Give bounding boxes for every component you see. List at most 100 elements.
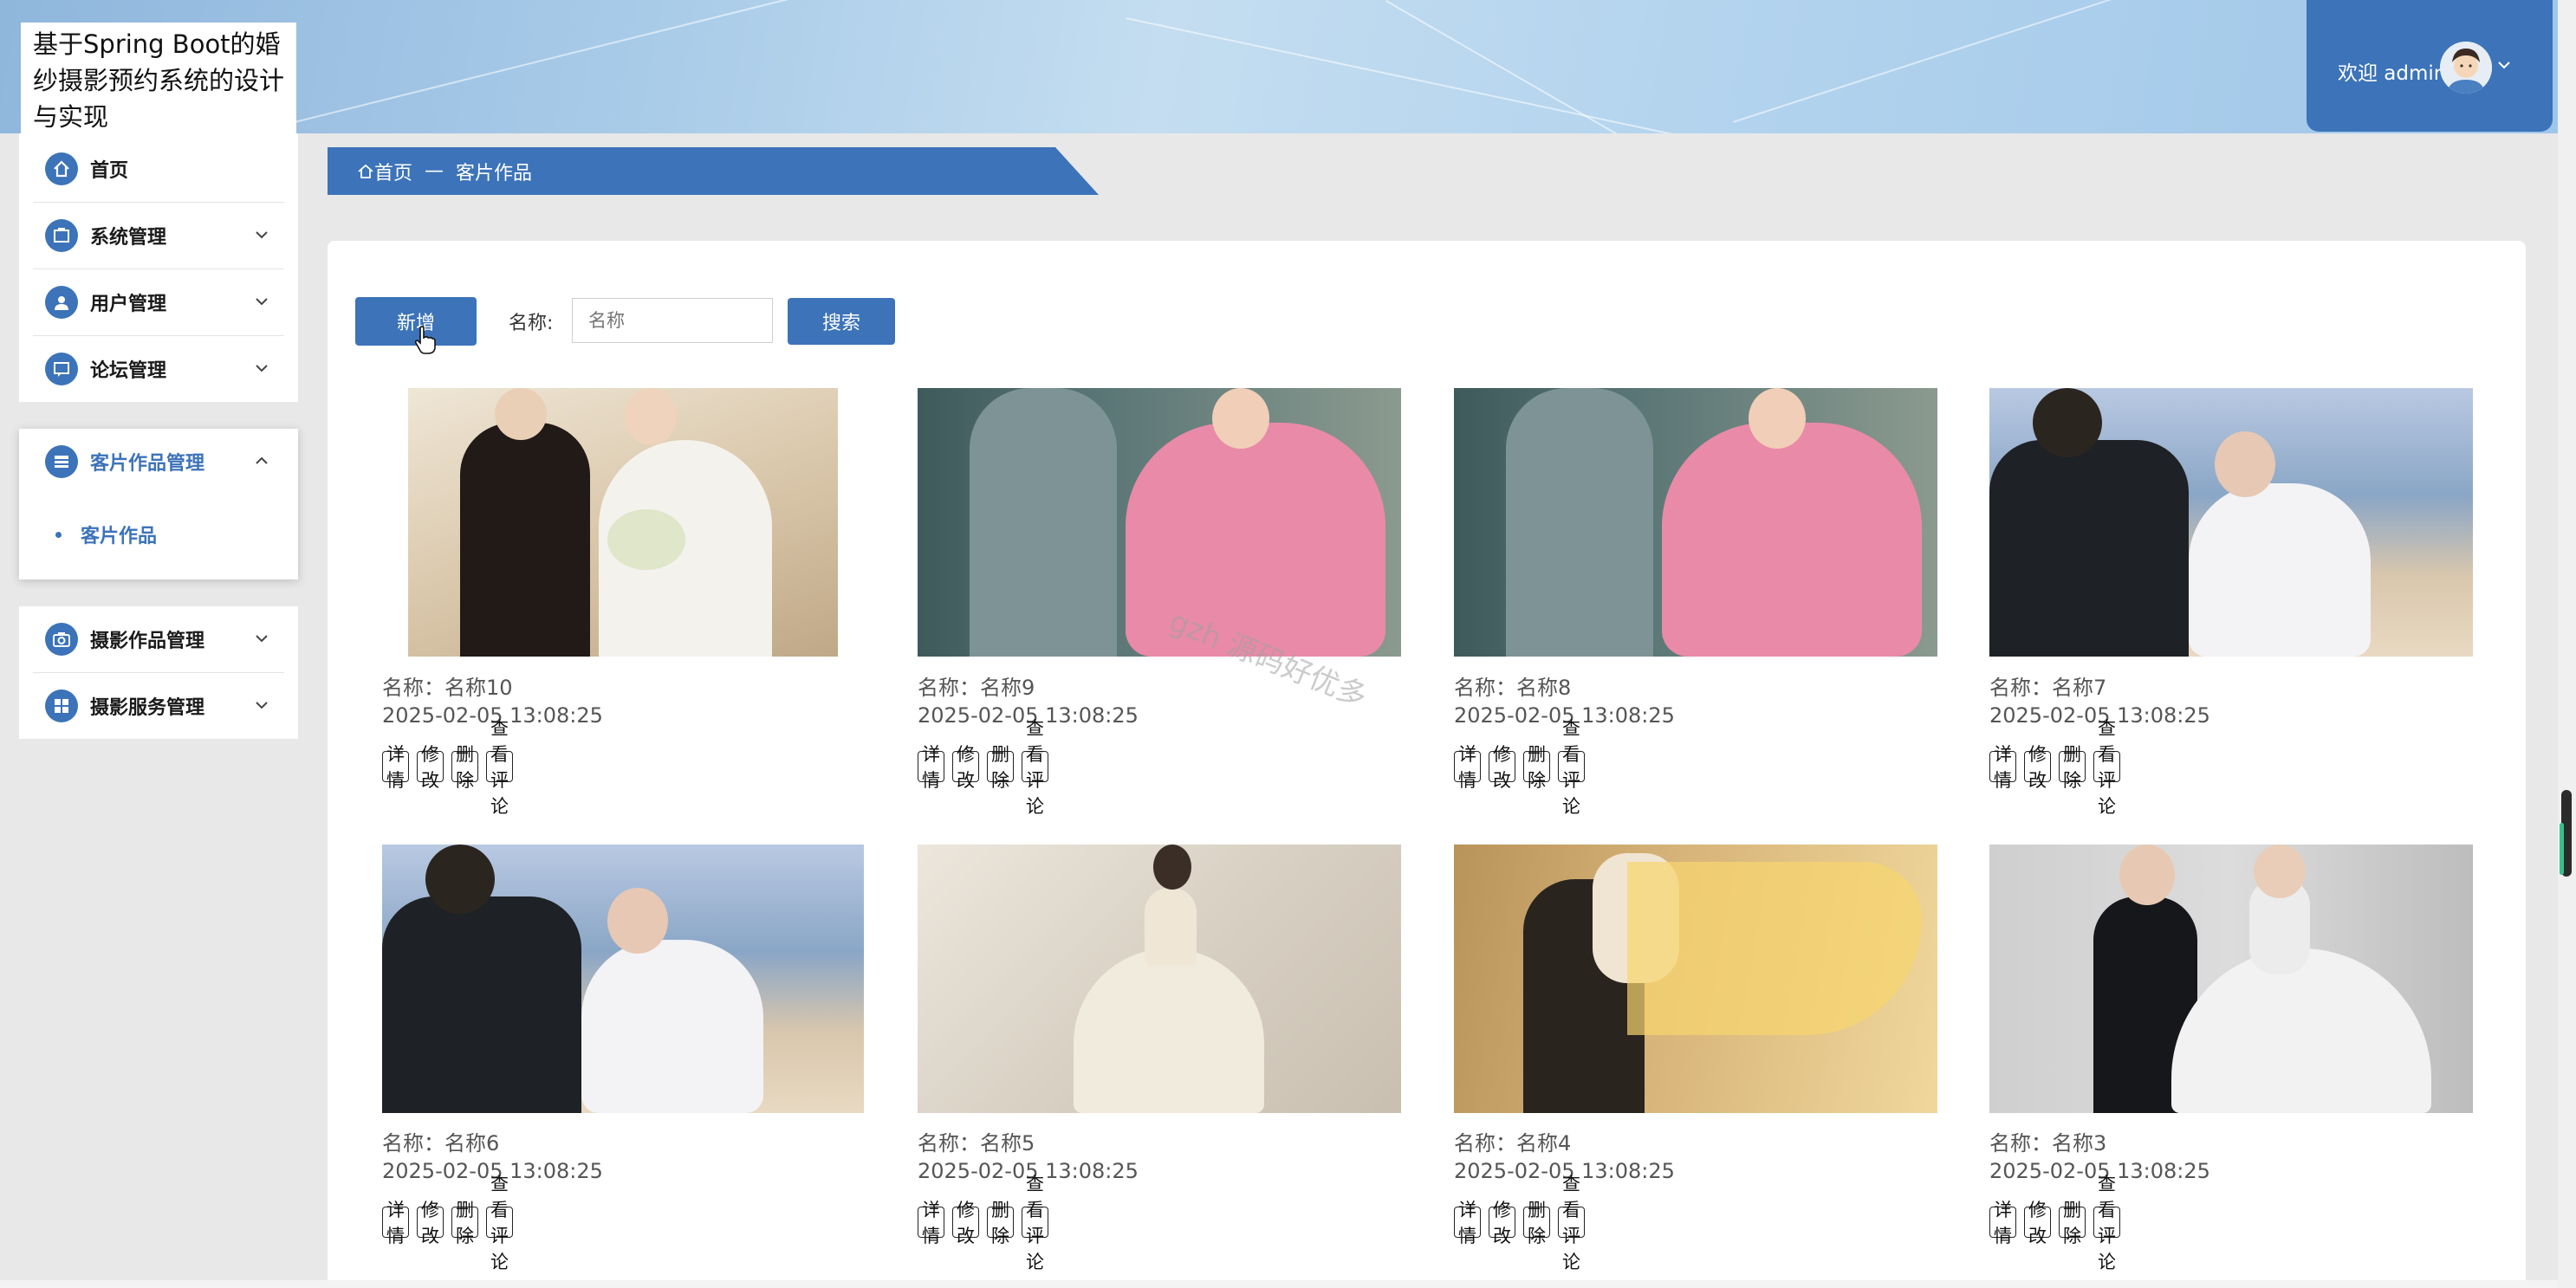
breadcrumb-separator: — xyxy=(425,160,444,182)
chevron-down-icon xyxy=(255,360,269,377)
breadcrumb: 首页 — 客片作品 xyxy=(328,147,1099,195)
pointer-cursor-icon xyxy=(414,326,437,359)
card-image[interactable] xyxy=(918,845,1401,1113)
avatar[interactable] xyxy=(2440,42,2492,94)
delete-button[interactable]: 删除 xyxy=(2059,744,2086,791)
sidebar-item-label: 客片作品管理 xyxy=(90,453,205,475)
chevron-down-icon xyxy=(255,631,269,647)
delete-button[interactable]: 删除 xyxy=(1523,1200,1550,1246)
sidebar-more: 摄影作品管理 摄影服务管理 xyxy=(19,606,298,739)
sidebar-item-label: 摄影服务管理 xyxy=(90,697,205,719)
sidebar-item-client-works-management[interactable]: 客片作品管理 xyxy=(33,429,284,495)
sidebar-item-users[interactable]: 用户管理 xyxy=(33,269,284,336)
sidebar-item-photo-works[interactable]: 摄影作品管理 xyxy=(33,606,284,673)
sidebar-item-home[interactable]: 首页 xyxy=(33,136,284,203)
delete-button[interactable]: 删除 xyxy=(2059,1200,2086,1246)
sidebar-item-label: 论坛管理 xyxy=(90,360,167,382)
forum-icon xyxy=(45,353,78,385)
detail-button[interactable]: 详情 xyxy=(1454,744,1481,791)
view-comments-button[interactable]: 查看评论 xyxy=(1022,1174,1048,1272)
breadcrumb-home[interactable]: 首页 xyxy=(357,158,412,185)
bullet-icon xyxy=(55,531,62,538)
edit-button[interactable]: 修改 xyxy=(417,1200,444,1246)
delete-button[interactable]: 删除 xyxy=(987,1200,1014,1246)
card-image[interactable] xyxy=(408,388,838,657)
card-name: 名称：名称10 xyxy=(382,676,513,700)
user-icon xyxy=(45,286,78,319)
card-image[interactable] xyxy=(382,845,864,1113)
edit-button[interactable]: 修改 xyxy=(952,1200,979,1246)
view-comments-button[interactable]: 查看评论 xyxy=(2093,1174,2120,1272)
sidebar-item-label: 摄影作品管理 xyxy=(90,631,205,652)
sidebar-subitem-client-works[interactable]: 客片作品 xyxy=(55,521,157,548)
card-name: 名称：名称6 xyxy=(382,1131,500,1155)
search-input[interactable] xyxy=(572,298,773,343)
card-name: 名称：名称7 xyxy=(1989,676,2107,700)
detail-button[interactable]: 详情 xyxy=(918,744,944,791)
detail-button[interactable]: 详情 xyxy=(382,744,409,791)
breadcrumb-home-label: 首页 xyxy=(374,162,413,184)
edit-button[interactable]: 修改 xyxy=(417,744,444,791)
view-comments-button[interactable]: 查看评论 xyxy=(1558,718,1585,817)
chevron-down-icon xyxy=(255,697,269,714)
card-image[interactable] xyxy=(1454,845,1937,1113)
home-icon xyxy=(358,164,373,178)
edit-button[interactable]: 修改 xyxy=(1489,744,1515,791)
card-name: 名称：名称3 xyxy=(1989,1131,2107,1155)
list-icon xyxy=(45,445,78,478)
edit-button[interactable]: 修改 xyxy=(1489,1200,1515,1246)
card-name: 名称：名称8 xyxy=(1454,676,1572,700)
sidebar-item-system[interactable]: 系统管理 xyxy=(33,203,284,269)
card-image[interactable] xyxy=(1989,845,2473,1113)
sidebar-subitem-label: 客片作品 xyxy=(81,526,158,547)
card-image[interactable] xyxy=(1989,388,2473,657)
scroll-indicator xyxy=(2560,823,2564,875)
sidebar-item-label: 首页 xyxy=(90,160,129,182)
top-banner xyxy=(0,0,2576,133)
delete-button[interactable]: 删除 xyxy=(1523,744,1550,791)
breadcrumb-current: 客片作品 xyxy=(456,162,533,184)
grid-icon xyxy=(45,689,78,722)
search-button[interactable]: 搜索 xyxy=(788,298,895,345)
app-title: 基于Spring Boot的婚纱摄影预约系统的设计与实现 xyxy=(21,23,296,137)
detail-button[interactable]: 详情 xyxy=(1989,744,2016,791)
chevron-down-icon xyxy=(255,294,269,310)
sidebar-item-label: 用户管理 xyxy=(90,294,167,315)
home-icon xyxy=(45,152,78,185)
welcome-text: 欢迎 admin xyxy=(2338,62,2447,85)
edit-button[interactable]: 修改 xyxy=(2024,1200,2051,1246)
scrollbar[interactable] xyxy=(2558,0,2576,1288)
card-name: 名称：名称9 xyxy=(918,676,1035,700)
user-menu[interactable]: 欢迎 admin xyxy=(2307,0,2553,132)
sidebar-item-label: 系统管理 xyxy=(90,227,167,249)
delete-button[interactable]: 删除 xyxy=(987,744,1014,791)
chevron-down-icon xyxy=(255,227,269,243)
sidebar-item-photo-services[interactable]: 摄影服务管理 xyxy=(33,673,284,739)
card-image[interactable] xyxy=(918,388,1401,657)
chevron-up-icon xyxy=(255,453,269,469)
sidebar-group-client-works: 客片作品管理 客片作品 xyxy=(19,429,298,579)
card-image[interactable] xyxy=(1454,388,1937,657)
system-icon xyxy=(45,219,78,252)
detail-button[interactable]: 详情 xyxy=(382,1200,409,1246)
bottom-edge xyxy=(0,1280,2558,1288)
detail-button[interactable]: 详情 xyxy=(1989,1200,2016,1246)
view-comments-button[interactable]: 查看评论 xyxy=(1022,718,1048,817)
delete-button[interactable]: 删除 xyxy=(451,744,478,791)
delete-button[interactable]: 删除 xyxy=(451,1200,478,1246)
search-label: 名称: xyxy=(509,313,554,334)
sidebar: 首页 系统管理 用户管理 论坛管理 xyxy=(19,133,298,402)
detail-button[interactable]: 详情 xyxy=(1454,1200,1481,1246)
sidebar-item-forum[interactable]: 论坛管理 xyxy=(33,336,284,402)
card-name: 名称：名称5 xyxy=(918,1131,1035,1155)
view-comments-button[interactable]: 查看评论 xyxy=(2093,718,2120,817)
edit-button[interactable]: 修改 xyxy=(2024,744,2051,791)
camera-icon xyxy=(45,623,78,656)
view-comments-button[interactable]: 查看评论 xyxy=(1558,1174,1585,1272)
view-comments-button[interactable]: 查看评论 xyxy=(486,718,513,817)
detail-button[interactable]: 详情 xyxy=(918,1200,944,1246)
edit-button[interactable]: 修改 xyxy=(952,744,979,791)
chevron-down-icon[interactable] xyxy=(2497,54,2511,74)
card-name: 名称：名称4 xyxy=(1454,1131,1572,1155)
view-comments-button[interactable]: 查看评论 xyxy=(486,1174,513,1272)
